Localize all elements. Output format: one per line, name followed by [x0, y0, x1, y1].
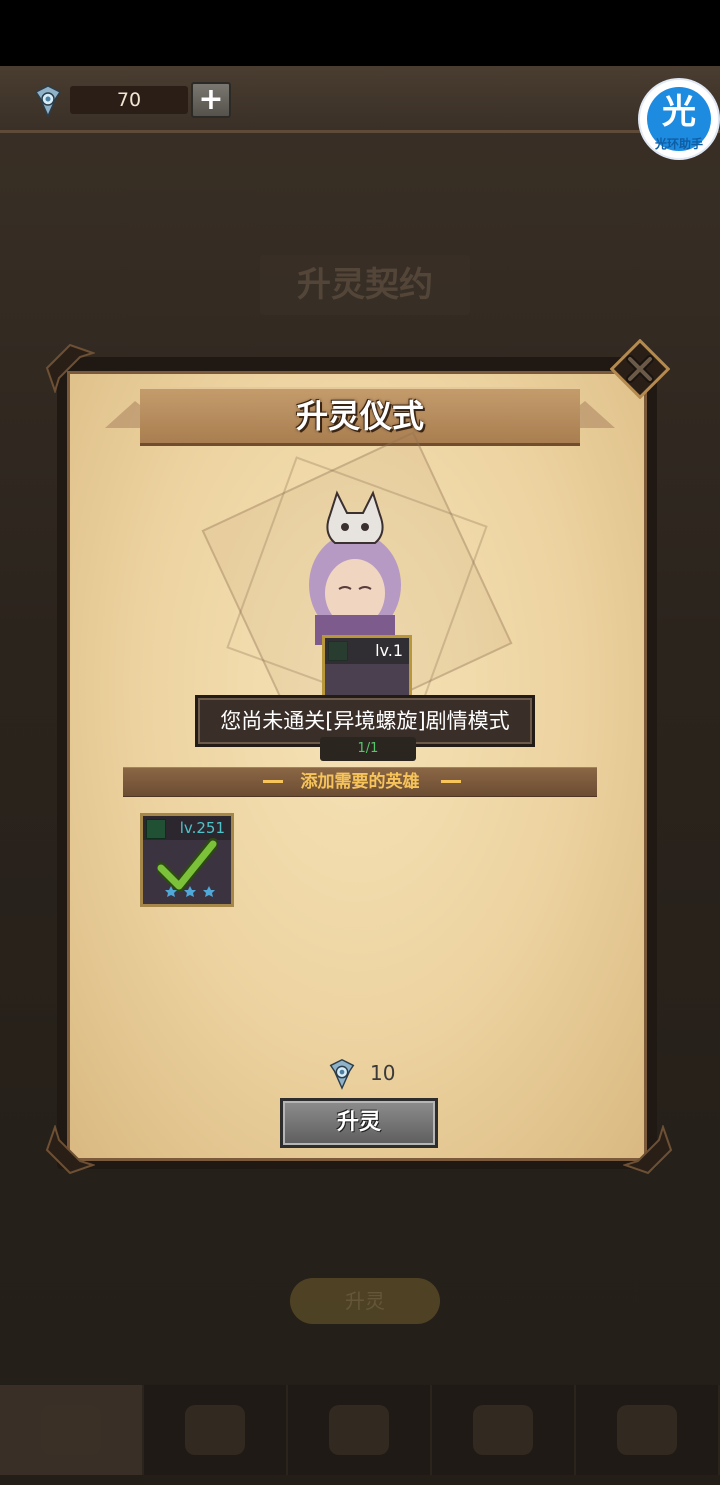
bottom-tab-bar [0, 1385, 720, 1475]
cost-amount: 10 [370, 1061, 396, 1085]
tab-1-icon [41, 1405, 101, 1455]
requirement-count: 1/1 [320, 737, 416, 761]
tab-3-icon [329, 1405, 389, 1455]
spirit-gem-icon [34, 85, 62, 118]
ascension-dialog: 升灵仪式 lv.1 您尚未通关[异境螺旋]剧情模式 1/1 添加需要的英雄 lv… [45, 335, 673, 1180]
title-banner: 升灵仪式 [140, 387, 580, 446]
hero-level: lv.1 [325, 638, 409, 664]
hero-slot[interactable]: lv.251 [140, 813, 234, 907]
tab-5 [576, 1385, 720, 1475]
checkmark-icon [157, 838, 217, 892]
slot-level: lv.251 [143, 816, 231, 840]
currency-amount: 70 [70, 86, 188, 114]
star-rating-icon [165, 886, 215, 897]
assistant-floating-button[interactable]: 光 光环助手 [640, 80, 718, 158]
add-hero-section-bar: 添加需要的英雄 [123, 767, 597, 797]
currency-display: 70 + [30, 80, 231, 120]
ascend-button[interactable]: 升灵 [280, 1098, 438, 1148]
tab-3 [288, 1385, 432, 1475]
sparkle-right-icon [441, 780, 461, 783]
background-title: 升灵契约 [260, 255, 470, 315]
section-label: 添加需要的英雄 [300, 772, 420, 792]
tab-4-icon [473, 1405, 533, 1455]
corner-ornament-icon [623, 1125, 673, 1175]
close-icon[interactable] [610, 339, 670, 399]
corner-ornament-icon [45, 343, 95, 393]
tab-4 [432, 1385, 576, 1475]
hero-portrait-icon [309, 490, 401, 645]
ascend-cost: 10 [325, 1055, 425, 1091]
assistant-caption: 光环助手 [654, 137, 703, 151]
corner-ornament-icon [45, 1125, 95, 1175]
spirit-gem-icon [329, 1058, 355, 1090]
dialog-title: 升灵仪式 [295, 397, 424, 435]
tab-5-icon [617, 1405, 677, 1455]
background-ascend-button: 升灵 [290, 1278, 440, 1324]
assistant-glyph: 光 [662, 92, 696, 132]
tab-2-icon [185, 1405, 245, 1455]
add-currency-button[interactable]: + [191, 82, 231, 118]
tab-2 [144, 1385, 288, 1475]
tab-1 [0, 1385, 144, 1475]
